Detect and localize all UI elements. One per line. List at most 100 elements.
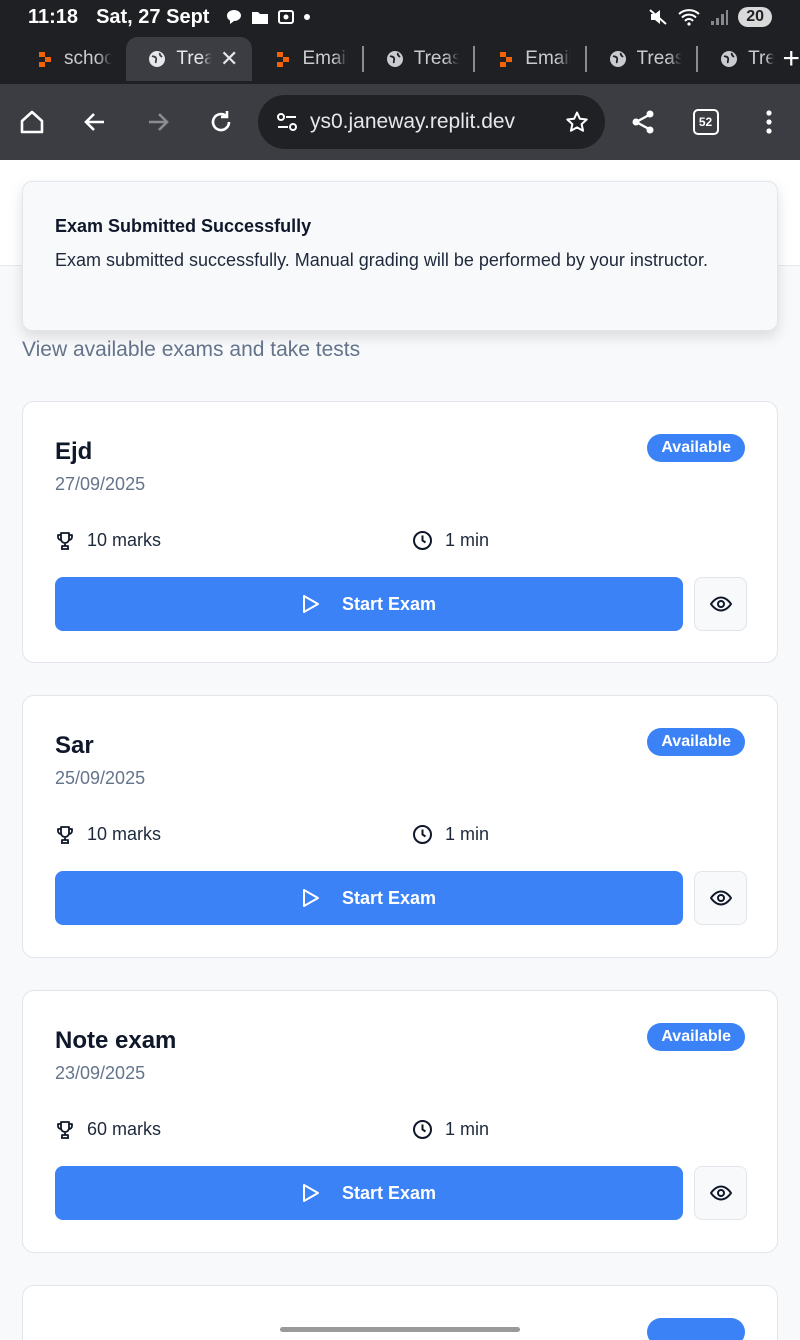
arrow-right-icon [148, 113, 169, 131]
exam-duration: 1 min [412, 824, 489, 845]
exam-date: 23/09/2025 [55, 1063, 146, 1083]
exam-date: 25/09/2025 [55, 768, 146, 788]
browser-tab[interactable]: Trea [698, 37, 774, 81]
page-content: Exam Submitted Successfully Exam submitt… [0, 160, 800, 1340]
clock-icon [413, 1120, 432, 1139]
folder-icon [252, 12, 269, 24]
browser-tab[interactable]: Treas [587, 37, 697, 81]
globe-icon [386, 51, 403, 67]
close-icon[interactable]: ✕ [220, 46, 238, 72]
back-button[interactable] [63, 84, 126, 160]
share-button[interactable] [611, 84, 674, 160]
replit-icon [39, 52, 51, 67]
duration-label: 1 min [445, 1119, 490, 1139]
new-tab-icon[interactable]: + [782, 42, 800, 76]
home-icon [20, 110, 43, 134]
exam-marks: 60 marks [55, 1119, 161, 1140]
address-bar[interactable]: ys0.janeway.replit.dev [258, 95, 606, 149]
tab-label: Trea [176, 48, 213, 69]
play-icon [302, 889, 319, 907]
exam-card: Ejd 27/09/2025 Available 10 marks 1 min … [22, 401, 778, 663]
globe-icon [721, 51, 738, 67]
trophy-icon [57, 1120, 73, 1139]
status-badge: Available [647, 1023, 745, 1051]
toast-title: Exam Submitted Successfully [55, 216, 312, 236]
eye-icon [709, 596, 732, 612]
tab-label: Treas [636, 48, 683, 69]
start-exam-button[interactable]: Start Exam [55, 871, 683, 925]
status-badge: Available [647, 434, 745, 462]
star-icon[interactable] [565, 110, 589, 134]
mute-icon [649, 9, 667, 25]
duration-label: 1 min [445, 824, 490, 844]
start-exam-button[interactable]: Start Exam [55, 1166, 683, 1220]
exam-name: Sar [55, 732, 94, 759]
menu-button[interactable] [737, 84, 800, 160]
tab-label: Email [525, 48, 571, 69]
exam-name: Note exam [55, 1027, 177, 1054]
browser-tab[interactable]: Email [475, 37, 584, 81]
start-exam-label: Start Exam [341, 593, 437, 614]
site-settings-icon[interactable] [276, 112, 298, 132]
signal-icon [711, 10, 729, 25]
marks-label: 10 marks [87, 824, 162, 844]
duration-label: 1 min [445, 530, 490, 550]
status-badge [647, 1318, 745, 1340]
tab-switcher-button[interactable]: 52 [674, 84, 737, 160]
view-exam-button[interactable] [694, 871, 747, 925]
globe-icon [609, 51, 626, 67]
screenshot-icon [278, 10, 295, 24]
dot-icon [304, 14, 311, 20]
status-badge: Available [647, 728, 745, 756]
exam-date: 27/09/2025 [55, 474, 146, 494]
status-time: 11:18 [28, 5, 79, 28]
eye-icon [709, 890, 732, 906]
play-icon [302, 595, 319, 613]
success-toast[interactable]: Exam Submitted Successfully Exam submitt… [22, 181, 778, 331]
trophy-icon [57, 825, 73, 844]
play-icon [302, 1184, 319, 1202]
replit-icon [277, 52, 290, 67]
browser-tab-active[interactable]: Trea ✕ [126, 37, 253, 81]
wifi-icon [678, 9, 700, 26]
tab-count: 52 [692, 109, 719, 135]
clock-icon [413, 825, 432, 844]
browser-tab[interactable]: Treas [364, 37, 474, 81]
status-date: Sat, 27 Sept [96, 5, 210, 28]
home-button[interactable] [0, 84, 63, 160]
eye-icon [709, 1185, 732, 1201]
gesture-bar[interactable] [280, 1327, 520, 1332]
clock-icon [413, 531, 432, 550]
reload-button[interactable] [189, 84, 252, 160]
view-exam-button[interactable] [694, 1166, 747, 1220]
start-exam-label: Start Exam [341, 887, 437, 908]
notification-icons [225, 8, 311, 26]
tab-label: Treas [413, 48, 460, 69]
start-exam-button[interactable]: Start Exam [55, 577, 683, 631]
exam-duration: 1 min [412, 530, 489, 551]
tab-label: Email [302, 48, 348, 69]
view-exam-button[interactable] [694, 577, 747, 631]
exam-card: Note exam 23/09/2025 Available 60 marks … [22, 990, 778, 1253]
url-text: ys0.janeway.replit.dev [310, 110, 516, 133]
browser-tab[interactable]: schoo [14, 37, 126, 81]
marks-label: 10 marks [87, 530, 162, 550]
chat-icon [227, 10, 242, 24]
replit-icon [500, 52, 513, 67]
forward-button[interactable] [126, 84, 189, 160]
tab-label: schoo [64, 48, 113, 69]
trophy-icon [57, 531, 73, 550]
toast-message: Exam submitted successfully. Manual grad… [55, 250, 708, 270]
share-icon [632, 110, 654, 134]
exam-name: Ejd [55, 438, 93, 465]
tab-label: Trea [748, 48, 775, 69]
arrow-left-icon [83, 113, 104, 131]
more-vert-icon [765, 110, 772, 134]
reload-icon [211, 111, 230, 132]
exam-marks: 10 marks [55, 824, 161, 845]
tab-strip: schoo Trea ✕ Email Treas Email Treas Tre… [0, 34, 800, 84]
browser-tab[interactable]: Email [252, 37, 361, 81]
exam-marks: 10 marks [55, 530, 161, 551]
page-subtitle: View available exams and take tests [22, 338, 361, 361]
marks-label: 60 marks [87, 1119, 162, 1139]
